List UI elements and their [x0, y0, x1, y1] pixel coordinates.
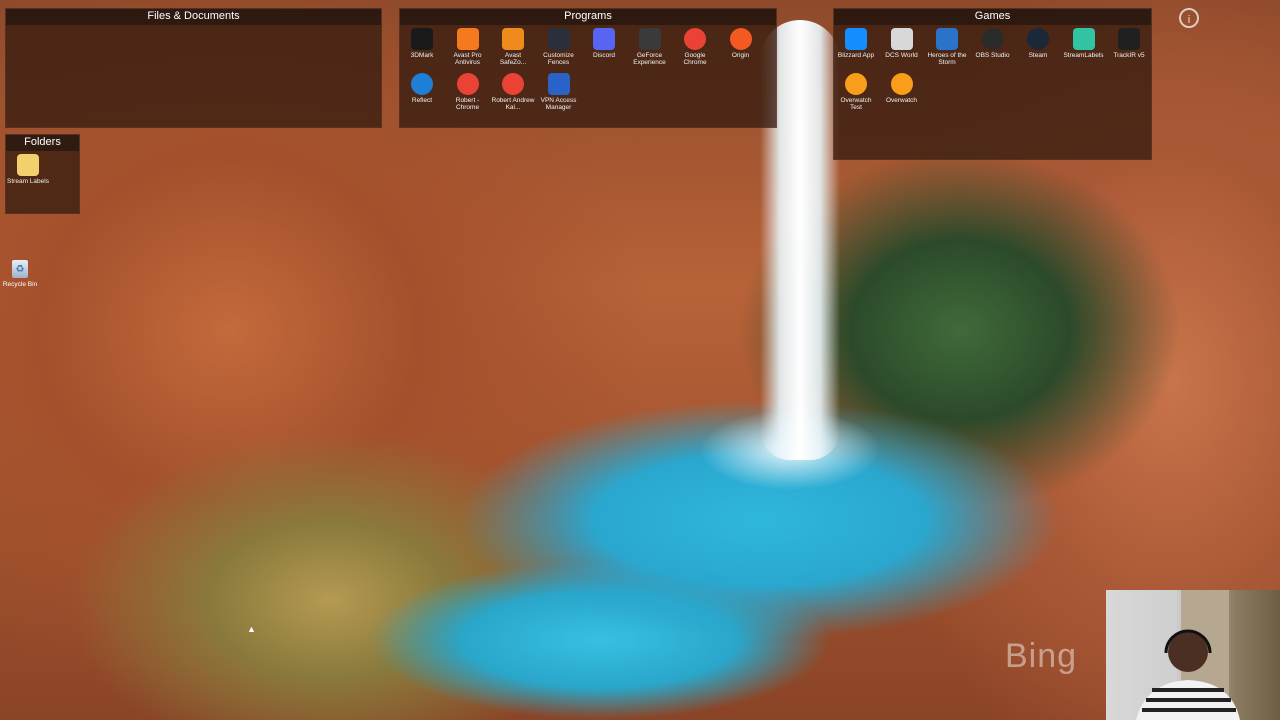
webcam-overlay — [1106, 590, 1280, 720]
shortcut-label: Blizzard App — [837, 52, 875, 59]
desktop-shortcut[interactable]: Stream Labels — [6, 154, 50, 185]
desktop-shortcut[interactable]: Heroes of the Storm — [925, 28, 969, 66]
shortcut-label: Avast SafeZo... — [499, 52, 527, 66]
geforce-icon — [638, 28, 661, 50]
avast-icon — [456, 28, 479, 50]
fence-programs[interactable]: Programs 3DMark Avast Pro Antivirus Avast … — [399, 8, 777, 128]
shortcut-label: DCS World — [885, 52, 918, 59]
shortcut-label: OBS Studio — [975, 52, 1010, 59]
desktop-shortcut[interactable]: Avast SafeZo... — [491, 28, 535, 66]
overwatch-icon — [890, 73, 913, 95]
desktop-shortcut[interactable]: GeForce Experience — [628, 28, 672, 66]
steam-icon — [1027, 28, 1049, 50]
desktop-shortcut[interactable]: VPN Access Manager — [537, 73, 581, 111]
desktop-shortcut[interactable]: Overwatch Test — [834, 73, 878, 111]
recycle-bin[interactable]: ♻ Recycle Bin — [2, 260, 38, 288]
3dmark-icon — [411, 28, 433, 50]
origin-icon — [729, 28, 752, 50]
desktop-shortcut[interactable]: Robert - Chrome — [446, 73, 490, 111]
mouse-cursor-icon: ▲ — [247, 624, 256, 634]
blizzard-icon — [845, 28, 867, 50]
shortcut-label: Overwatch — [885, 97, 918, 104]
overwatch-icon — [845, 73, 867, 95]
shortcut-label: Robert Andrew Kal... — [491, 97, 535, 111]
obs-icon — [981, 28, 1004, 50]
desktop-shortcut[interactable]: Reflect — [400, 73, 444, 104]
discord-icon — [593, 28, 615, 50]
desktop-shortcut[interactable]: Avast Pro Antivirus — [446, 28, 490, 66]
shortcut-label: Reflect — [411, 97, 433, 104]
desktop-shortcut[interactable]: Overwatch — [880, 73, 924, 104]
info-icon[interactable]: i — [1179, 8, 1199, 28]
fence-title: Programs — [400, 9, 776, 25]
shortcut-label: StreamLabels — [1063, 52, 1104, 59]
shortcut-label: Heroes of the Storm — [927, 52, 967, 66]
shortcut-label: Steam — [1028, 52, 1048, 59]
shortcut-label: Customize Fences — [543, 52, 574, 66]
streamer-silhouette — [1136, 590, 1240, 720]
shortcut-label: 3DMark — [410, 52, 434, 59]
fence-folders[interactable]: Folders Stream Labels — [5, 134, 80, 214]
recycle-bin-label: Recycle Bin — [2, 281, 38, 288]
fence-title: Games — [834, 9, 1151, 25]
fence-title: Folders — [6, 135, 79, 151]
desktop-shortcut[interactable]: TrackIR v5 — [1107, 28, 1151, 59]
desktop-shortcut[interactable]: Discord — [582, 28, 626, 59]
desktop-shortcut[interactable]: StreamLabels — [1062, 28, 1106, 59]
fence-title: Files & Documents — [6, 9, 381, 25]
shortcut-label: Stream Labels — [7, 178, 49, 185]
shortcut-label: Google Chrome — [683, 52, 707, 66]
desktop-shortcut[interactable]: Robert Andrew Kal... — [491, 73, 535, 111]
streamlabels-icon — [1072, 28, 1095, 50]
trackir-icon — [1118, 28, 1140, 50]
fences-icon — [547, 28, 570, 50]
desktop-shortcut[interactable]: Customize Fences — [537, 28, 581, 66]
desktop-shortcut[interactable]: DCS World — [880, 28, 924, 59]
desktop-shortcut[interactable]: OBS Studio — [971, 28, 1015, 59]
shortcut-label: GeForce Experience — [633, 52, 666, 66]
desktop-shortcut[interactable]: 3DMark — [400, 28, 444, 59]
desktop-shortcut[interactable]: Google Chrome — [673, 28, 717, 66]
shortcut-label: Robert - Chrome — [455, 97, 480, 111]
dcs-icon — [890, 28, 913, 50]
avast-safezone-icon — [502, 28, 524, 50]
vpn-icon — [547, 73, 570, 95]
desktop-shortcut[interactable]: Blizzard App — [834, 28, 878, 59]
reflect-icon — [411, 73, 433, 95]
fence-files-documents[interactable]: Files & Documents — [5, 8, 382, 128]
shortcut-label: Overwatch Test — [840, 97, 872, 111]
shortcut-label: Discord — [592, 52, 616, 59]
shortcut-label: TrackIR v5 — [1113, 52, 1145, 59]
desktop-shortcut[interactable]: Steam — [1016, 28, 1060, 59]
chrome-icon — [502, 73, 524, 95]
recycle-bin-icon: ♻ — [12, 260, 28, 278]
shortcut-label: VPN Access Manager — [540, 97, 577, 111]
fence-games[interactable]: Games Blizzard App DCS World Heroes of the… — [833, 8, 1152, 160]
bing-watermark: Bing — [1005, 637, 1078, 675]
heroes-icon — [936, 28, 958, 50]
desktop-shortcut[interactable]: Origin — [719, 28, 763, 59]
chrome-icon — [456, 73, 479, 95]
folder-icon — [17, 154, 39, 176]
shortcut-label: Avast Pro Antivirus — [453, 52, 482, 66]
shortcut-label: Origin — [731, 52, 750, 59]
chrome-icon — [684, 28, 706, 50]
